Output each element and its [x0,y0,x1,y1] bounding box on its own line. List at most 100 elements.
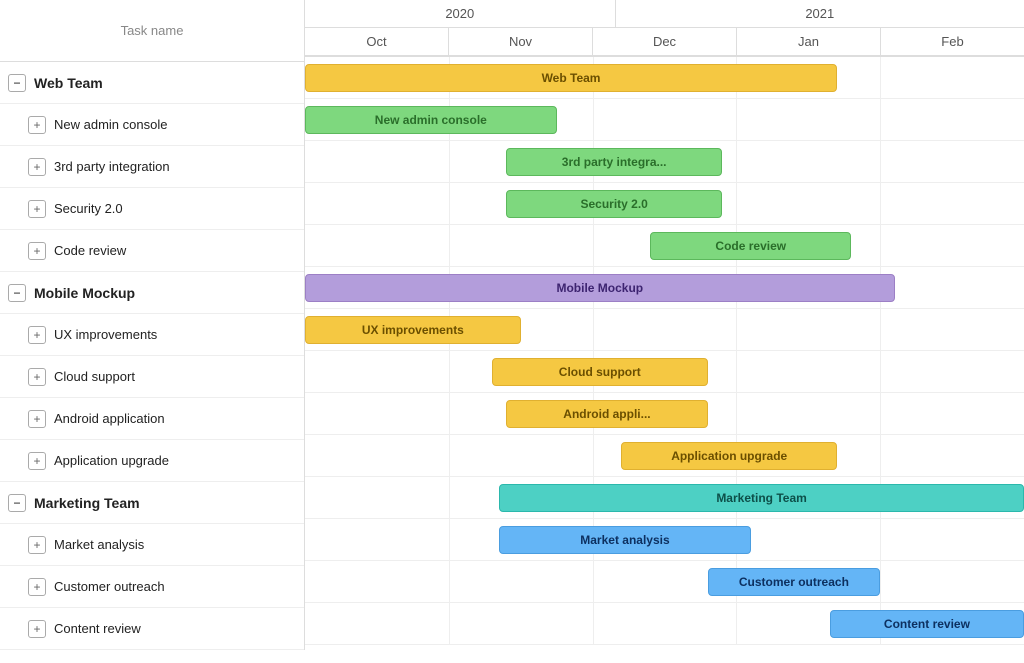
chart-row: Cloud support [305,351,1024,393]
child-task-row[interactable]: +Android application [0,398,304,440]
month-divider [736,141,737,182]
child-task-row[interactable]: + UX improvements [0,314,304,356]
collapse-icon[interactable]: − [8,284,26,302]
expand-icon[interactable]: + [28,578,46,596]
child-task-row[interactable]: + Market analysis [0,524,304,566]
gantt-bar[interactable]: Android appli... [506,400,707,428]
task-label: 3rd party integration [54,159,170,174]
chart-row: UX improvements [305,309,1024,351]
child-task-row[interactable]: + Content review [0,608,304,650]
month-dec: Dec [593,28,737,56]
task-rows: −Web Team+New admin console+3rd party in… [0,62,304,650]
expand-icon[interactable]: + [28,452,46,470]
task-label: Mobile Mockup [34,285,135,301]
expand-icon[interactable]: + [28,368,46,386]
gantt-bar[interactable]: Code review [650,232,851,260]
month-divider [736,393,737,434]
gantt-bar[interactable]: Web Team [305,64,837,92]
expand-icon[interactable]: + [28,326,46,344]
collapse-icon[interactable]: − [8,74,26,92]
year-2020: 2020 [305,0,616,27]
gantt-bar[interactable]: Cloud support [492,358,708,386]
group-task-row[interactable]: −Mobile Mockup [0,272,304,314]
expand-icon[interactable]: + [28,200,46,218]
chart-row-inner: New admin console [305,99,1024,140]
child-task-row[interactable]: + Security 2.0 [0,188,304,230]
child-task-row[interactable]: + New admin console [0,104,304,146]
task-label: Cloud support [54,369,135,384]
chart-row-inner: Android appli... [305,393,1024,434]
gantt-bar[interactable]: Customer outreach [708,568,881,596]
chart-row-inner: Marketing Team [305,477,1024,518]
task-label: UX improvements [54,327,157,342]
chart-row-inner: Content review [305,603,1024,644]
chart-row: Market analysis [305,519,1024,561]
expand-icon[interactable]: + [28,410,46,428]
month-divider [736,603,737,644]
gantt-bar[interactable]: Security 2.0 [506,190,722,218]
month-divider [736,351,737,392]
chart-row-inner: 3rd party integra... [305,141,1024,182]
expand-icon[interactable]: + [28,158,46,176]
month-divider [880,99,881,140]
month-divider [736,99,737,140]
month-divider [880,225,881,266]
month-divider [449,393,450,434]
gantt-bar[interactable]: UX improvements [305,316,521,344]
month-divider [593,603,594,644]
child-task-row[interactable]: +Application upgrade [0,440,304,482]
month-divider [880,519,881,560]
month-divider [880,183,881,224]
chart-row-inner: Code review [305,225,1024,266]
collapse-icon[interactable]: − [8,494,26,512]
chart-row-inner: Mobile Mockup [305,267,1024,308]
chart-row-inner: Web Team [305,57,1024,98]
chart-row: Code review [305,225,1024,267]
task-label: New admin console [54,117,167,132]
gantt-chart: Task name −Web Team+New admin console+3r… [0,0,1024,650]
task-label: Marketing Team [34,495,140,511]
expand-icon[interactable]: + [28,536,46,554]
expand-icon[interactable]: + [28,242,46,260]
task-list-header: Task name [0,0,304,62]
child-task-row[interactable]: +3rd party integration [0,146,304,188]
month-divider [449,141,450,182]
task-label: Security 2.0 [54,201,123,216]
expand-icon[interactable]: + [28,620,46,638]
chart-row-inner: Cloud support [305,351,1024,392]
gantt-bar[interactable]: 3rd party integra... [506,148,722,176]
month-divider [593,561,594,602]
year-row: 2020 2021 [305,0,1024,28]
task-list: Task name −Web Team+New admin console+3r… [0,0,305,650]
gantt-bar[interactable]: Mobile Mockup [305,274,895,302]
month-jan: Jan [737,28,881,56]
task-label: Market analysis [54,537,144,552]
month-divider [593,435,594,476]
gantt-bar[interactable]: Content review [830,610,1024,638]
group-task-row[interactable]: −Marketing Team [0,482,304,524]
chart-row-inner: UX improvements [305,309,1024,350]
expand-icon[interactable]: + [28,116,46,134]
month-divider [880,141,881,182]
month-divider [880,393,881,434]
month-divider [449,435,450,476]
month-divider [880,57,881,98]
gantt-bar[interactable]: New admin console [305,106,557,134]
month-divider [593,225,594,266]
month-oct: Oct [305,28,449,56]
child-task-row[interactable]: +Customer outreach [0,566,304,608]
child-task-row[interactable]: + Cloud support [0,356,304,398]
gantt-bar[interactable]: Application upgrade [621,442,837,470]
month-divider [449,603,450,644]
task-label: Web Team [34,75,103,91]
chart-row: Mobile Mockup [305,267,1024,309]
chart-row-inner: Market analysis [305,519,1024,560]
child-task-row[interactable]: +Code review [0,230,304,272]
group-task-row[interactable]: −Web Team [0,62,304,104]
month-divider [449,183,450,224]
gantt-bar[interactable]: Market analysis [499,526,751,554]
gantt-bar[interactable]: Marketing Team [499,484,1024,512]
chart-row-inner: Security 2.0 [305,183,1024,224]
task-label: Content review [54,621,141,636]
chart-row: New admin console [305,99,1024,141]
